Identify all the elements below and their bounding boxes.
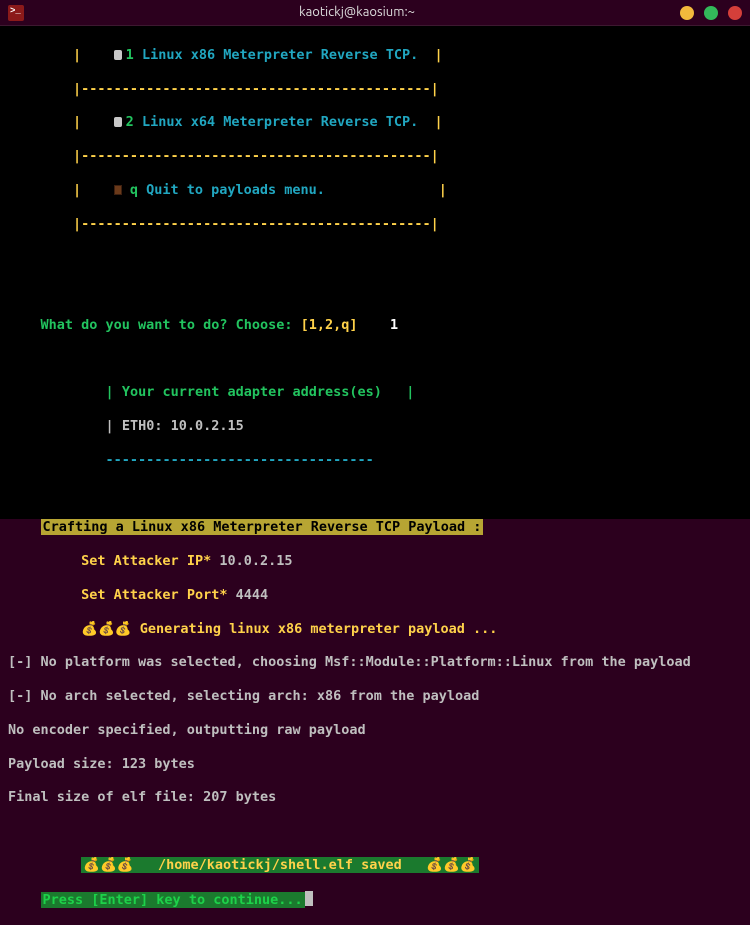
crafting-banner: Crafting a Linux x86 Meterpreter Reverse… [41,519,484,535]
menu-opt1-num[interactable]: 1 [126,47,134,63]
window-titlebar: kaotickj@kaosium:~ [0,0,750,26]
window-title: kaotickj@kaosium:~ [34,4,680,20]
generating-text: Generating linux x86 meterpreter payload… [140,621,498,637]
msf-output-4: Payload size: 123 bytes [8,756,742,773]
prompt-options: [1,2,q] [301,317,358,333]
menu-optq-label[interactable]: Quit to payloads menu. [146,182,325,198]
msf-output-1: [-] No platform was selected, choosing M… [8,654,742,671]
terminal-icon [8,5,24,21]
terminal-body[interactable]: | 1 Linux x86 Meterpreter Reverse TCP. |… [0,26,750,519]
msf-output-3: No encoder specified, outputting raw pay… [8,722,742,739]
menu-opt2-num[interactable]: 2 [126,114,134,130]
bullet-icon [114,50,122,60]
prompt-question: What do you want to do? Choose: [41,317,293,333]
saved-emoji-right: 💰💰💰 [426,857,476,873]
door-icon [114,185,122,195]
prompt-answer: 1 [390,317,398,333]
set-ip-label: Set Attacker IP* [81,553,211,569]
window-buttons [680,6,742,20]
menu-separator: |---------------------------------------… [8,81,742,98]
msf-output-2: [-] No arch selected, selecting arch: x8… [8,688,742,705]
maximize-button[interactable] [704,6,718,20]
eth0-label: ETH0: [122,418,163,434]
bullet-icon [114,117,122,127]
set-port-label: Set Attacker Port* [81,587,227,603]
adapter-header: Your current adapter address(es) [122,384,382,400]
menu-separator-bottom: |---------------------------------------… [8,216,742,233]
cursor [305,891,313,906]
press-enter[interactable]: Press [Enter] key to continue... [41,892,305,908]
minimize-button[interactable] [680,6,694,20]
eth0-value: 10.0.2.15 [171,418,244,434]
menu-separator: |---------------------------------------… [8,148,742,165]
moneybag-emoji: 💰💰💰 [81,621,131,637]
saved-emoji-left: 💰💰💰 [83,857,133,873]
adapter-dash: --------------------------------- [106,452,374,468]
msf-output-5: Final size of elf file: 207 bytes [8,789,742,806]
menu-optq-num[interactable]: q [130,182,138,198]
close-button[interactable] [728,6,742,20]
set-port-value: 4444 [236,587,269,603]
menu-opt2-label[interactable]: Linux x64 Meterpreter Reverse TCP. [142,114,418,130]
menu-opt1-label[interactable]: Linux x86 Meterpreter Reverse TCP. [142,47,418,63]
saved-path: /home/kaotickj/shell.elf saved [158,857,402,873]
set-ip-value: 10.0.2.15 [219,553,292,569]
